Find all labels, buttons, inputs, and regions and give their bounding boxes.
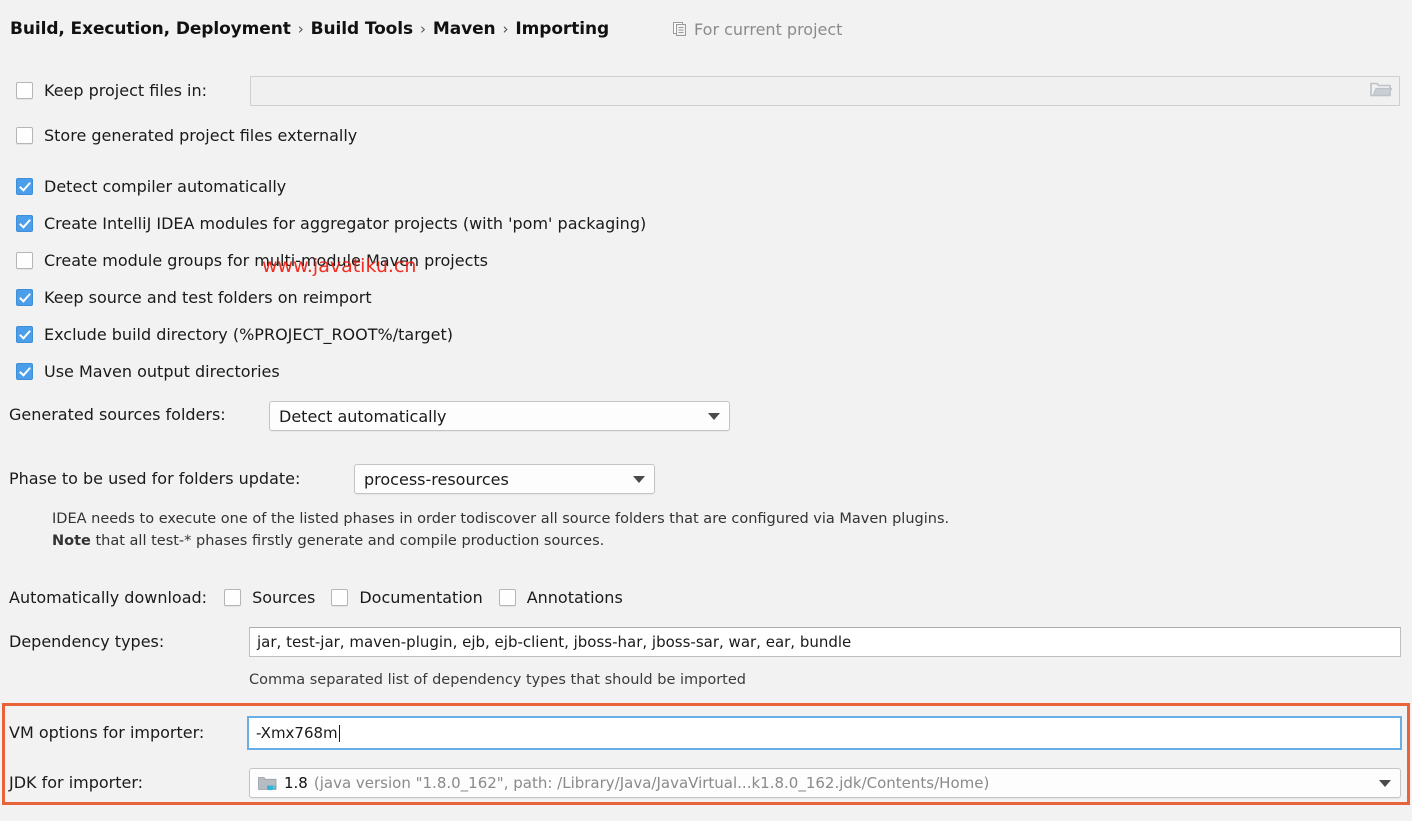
- keep-project-files-label[interactable]: Keep project files in:: [44, 81, 207, 100]
- auto-download-annotations-checkbox[interactable]: [499, 589, 516, 606]
- settings-header: Build, Execution, Deployment › Build Too…: [0, 0, 1412, 58]
- use-maven-output-label[interactable]: Use Maven output directories: [44, 362, 280, 381]
- folder-open-icon[interactable]: [1370, 80, 1392, 102]
- breadcrumb-item-maven[interactable]: Maven: [433, 19, 496, 39]
- exclude-build-dir-label[interactable]: Exclude build directory (%PROJECT_ROOT%/…: [44, 325, 453, 344]
- detect-compiler-row: Detect compiler automatically: [16, 177, 286, 196]
- generated-sources-folders-select[interactable]: Detect automatically: [269, 401, 730, 431]
- keep-project-files-checkbox[interactable]: [16, 82, 33, 99]
- auto-download-documentation-checkbox[interactable]: [331, 589, 348, 606]
- jdk-path-detail: (java version "1.8.0_162", path: /Librar…: [314, 774, 989, 792]
- jdk-importer-select[interactable]: 1.8 (java version "1.8.0_162", path: /Li…: [249, 768, 1401, 798]
- module-copy-icon: [673, 22, 687, 36]
- auto-download-documentation-item: Documentation: [331, 588, 482, 607]
- auto-download-annotations-label[interactable]: Annotations: [527, 588, 623, 607]
- watermark-text: www.javatiku.cn: [262, 255, 416, 277]
- detect-compiler-label[interactable]: Detect compiler automatically: [44, 177, 286, 196]
- scope-label: For current project: [694, 20, 842, 39]
- chevron-down-icon: [1379, 780, 1391, 787]
- generated-sources-label: Generated sources folders:: [9, 405, 226, 424]
- phase-update-label: Phase to be used for folders update:: [9, 469, 300, 488]
- auto-download-sources-item: Sources: [224, 588, 315, 607]
- phase-note-rest: that all test-* phases firstly generate …: [91, 533, 604, 549]
- jdk-version: 1.8: [284, 774, 308, 792]
- breadcrumb-separator: ›: [298, 20, 304, 38]
- keep-project-files-path-input[interactable]: [250, 76, 1400, 106]
- exclude-build-dir-checkbox[interactable]: [16, 326, 33, 343]
- keep-source-test-folders-checkbox[interactable]: [16, 289, 33, 306]
- jdk-importer-value: 1.8 (java version "1.8.0_162", path: /Li…: [258, 774, 989, 792]
- use-maven-output-checkbox[interactable]: [16, 363, 33, 380]
- breadcrumb: Build, Execution, Deployment › Build Too…: [10, 19, 609, 39]
- store-externally-label[interactable]: Store generated project files externally: [44, 126, 357, 145]
- auto-download-label: Automatically download:: [9, 588, 207, 607]
- dependency-types-label-row: Dependency types:: [9, 632, 164, 651]
- dependency-types-hint: Comma separated list of dependency types…: [249, 672, 746, 688]
- text-caret: [339, 725, 340, 742]
- create-module-groups-row: Create module groups for multi-module Ma…: [16, 251, 488, 270]
- jdk-folder-icon: [258, 776, 276, 791]
- jdk-importer-label-row: JDK for importer:: [9, 773, 143, 792]
- vm-options-label-row: VM options for importer:: [9, 723, 204, 742]
- phase-note: IDEA needs to execute one of the listed …: [52, 508, 1302, 552]
- phase-note-line2: Note that all test-* phases firstly gene…: [52, 530, 1302, 552]
- jdk-importer-label: JDK for importer:: [9, 773, 143, 792]
- chevron-down-icon: [633, 476, 645, 483]
- scope-indicator[interactable]: For current project: [673, 20, 842, 39]
- vm-options-label: VM options for importer:: [9, 723, 204, 742]
- dependency-types-label: Dependency types:: [9, 632, 164, 651]
- create-module-groups-checkbox[interactable]: [16, 252, 33, 269]
- breadcrumb-item-build-tools[interactable]: Build Tools: [311, 19, 413, 39]
- create-modules-aggregator-row: Create IntelliJ IDEA modules for aggrega…: [16, 214, 646, 233]
- phase-note-line1: IDEA needs to execute one of the listed …: [52, 508, 1302, 530]
- chevron-down-icon: [708, 413, 720, 420]
- create-modules-aggregator-label[interactable]: Create IntelliJ IDEA modules for aggrega…: [44, 214, 646, 233]
- phase-update-select[interactable]: process-resources: [354, 464, 655, 494]
- phase-note-bold: Note: [52, 533, 91, 549]
- auto-download-documentation-label[interactable]: Documentation: [359, 588, 482, 607]
- breadcrumb-separator: ›: [503, 20, 509, 38]
- detect-compiler-checkbox[interactable]: [16, 178, 33, 195]
- auto-download-row: Automatically download: Sources Document…: [9, 588, 623, 607]
- breadcrumb-item-importing[interactable]: Importing: [515, 19, 609, 39]
- auto-download-annotations-item: Annotations: [499, 588, 623, 607]
- exclude-build-dir-row: Exclude build directory (%PROJECT_ROOT%/…: [16, 325, 453, 344]
- keep-project-files-row: Keep project files in:: [16, 81, 207, 100]
- breadcrumb-separator: ›: [420, 20, 426, 38]
- auto-download-sources-label[interactable]: Sources: [252, 588, 315, 607]
- dependency-types-value: jar, test-jar, maven-plugin, ejb, ejb-cl…: [257, 633, 851, 651]
- vm-options-input[interactable]: -Xmx768m: [247, 716, 1402, 750]
- phase-update-value: process-resources: [364, 470, 509, 489]
- generated-sources-label-row: Generated sources folders:: [9, 405, 226, 424]
- breadcrumb-item-build-execution-deployment[interactable]: Build, Execution, Deployment: [10, 19, 291, 39]
- phase-update-label-row: Phase to be used for folders update:: [9, 469, 300, 488]
- create-modules-aggregator-checkbox[interactable]: [16, 215, 33, 232]
- use-maven-output-row: Use Maven output directories: [16, 362, 280, 381]
- vm-options-value: -Xmx768m: [256, 724, 338, 742]
- auto-download-sources-checkbox[interactable]: [224, 589, 241, 606]
- generated-sources-value: Detect automatically: [279, 407, 447, 426]
- store-externally-row: Store generated project files externally: [16, 126, 357, 145]
- store-externally-checkbox[interactable]: [16, 127, 33, 144]
- keep-source-test-folders-label[interactable]: Keep source and test folders on reimport: [44, 288, 372, 307]
- dependency-types-input[interactable]: jar, test-jar, maven-plugin, ejb, ejb-cl…: [249, 627, 1401, 657]
- keep-source-test-folders-row: Keep source and test folders on reimport: [16, 288, 372, 307]
